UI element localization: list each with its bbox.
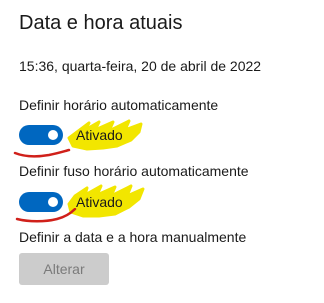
auto-timezone-state-text: Ativado: [76, 194, 123, 210]
toggle-knob: [48, 130, 58, 140]
auto-timezone-label: Definir fuso horário automaticamente: [19, 163, 249, 179]
page-title: Data e hora atuais: [19, 12, 183, 34]
auto-time-state-text: Ativado: [76, 127, 123, 143]
toggle-knob: [48, 197, 58, 207]
date-time-settings-panel: Data e hora atuais 15:36, quarta-feira, …: [0, 0, 324, 303]
auto-time-label: Definir horário automaticamente: [19, 97, 219, 113]
auto-time-toggle-row: Ativado: [13, 119, 219, 158]
auto-timezone-toggle-row: Ativado: [15, 184, 219, 223]
auto-timezone-toggle[interactable]: [19, 192, 63, 212]
manual-datetime-label: Definir a data e a hora manualmente: [19, 229, 247, 245]
current-datetime: 15:36, quarta-feira, 20 de abril de 2022: [19, 58, 262, 74]
change-button[interactable]: Alterar: [19, 253, 109, 285]
auto-time-toggle[interactable]: [19, 125, 63, 145]
